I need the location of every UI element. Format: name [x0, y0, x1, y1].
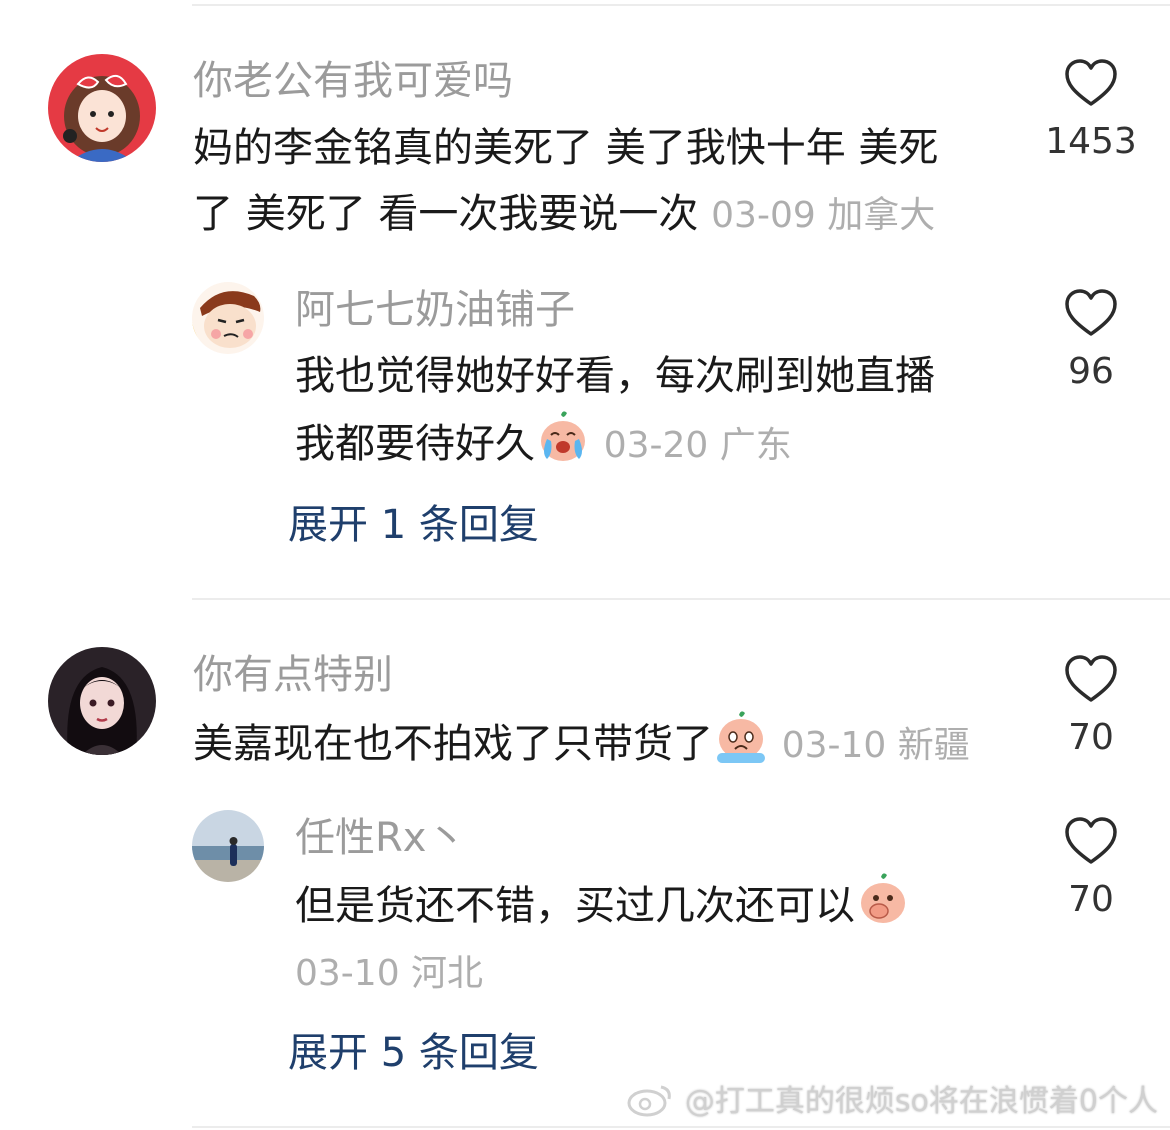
crying-face-emoji-icon	[535, 409, 591, 465]
like-button[interactable]: 96	[1031, 288, 1151, 392]
comment-meta: 03-10 新疆	[781, 725, 970, 766]
like-count: 1453	[1045, 121, 1137, 162]
bottom-divider	[192, 1126, 1170, 1128]
heart-icon	[1065, 655, 1117, 702]
reply-text: 但是货还不错，买过几次还可以 03-10 河北	[295, 871, 995, 1007]
cartoon-face-avatar-icon	[192, 282, 264, 354]
reply-avatar[interactable]	[192, 810, 264, 882]
reply-text-line: 我都要待好久	[295, 421, 535, 467]
heart-icon	[1065, 817, 1117, 864]
reply-username[interactable]: 阿七七奶油铺子	[295, 287, 575, 333]
comment-divider	[192, 598, 1170, 600]
like-button[interactable]: 70	[1031, 654, 1151, 758]
expand-replies-button[interactable]: 展开 1 条回复	[288, 502, 539, 548]
comment-text-line: 美嘉现在也不拍戏了只带货了	[193, 721, 713, 767]
top-divider	[192, 4, 1170, 6]
comment-avatar[interactable]	[48, 54, 156, 162]
reply-username[interactable]: 任性Rx丶	[295, 815, 466, 861]
reply-text-line: 但是货还不错，买过几次还可以	[295, 883, 855, 929]
like-count: 96	[1068, 351, 1114, 392]
heart-icon	[1065, 289, 1117, 336]
comment-avatar[interactable]	[48, 647, 156, 755]
watermark-text: @打工真的很烦so将在浪惯着0个人	[684, 1084, 1158, 1119]
reply-avatar[interactable]	[192, 282, 264, 354]
reply-meta: 03-20 广东	[603, 425, 792, 466]
comment-text: 妈的李金铭真的美死了 美了我快十年 美死 了 美死了 看一次我要说一次 03-0…	[193, 115, 1013, 249]
watermark: @打工真的很烦so将在浪惯着0个人	[625, 1081, 1158, 1122]
weibo-logo-icon	[627, 1085, 672, 1117]
cartoon-girl-avatar-icon	[48, 54, 156, 162]
beach-photo-avatar-icon	[192, 810, 264, 882]
reply-meta: 03-10 河北	[295, 953, 484, 994]
reply-text-line: 我也觉得她好好看，每次刷到她直播	[295, 353, 935, 399]
like-button[interactable]: 1453	[1031, 58, 1151, 162]
comment-text: 美嘉现在也不拍戏了只带货了 03-10 新疆	[193, 709, 1023, 779]
like-count: 70	[1068, 717, 1114, 758]
like-button[interactable]: 70	[1031, 816, 1151, 920]
dark-haired-girl-avatar-icon	[48, 647, 156, 755]
expand-replies-button[interactable]: 展开 5 条回复	[288, 1030, 539, 1076]
like-count: 70	[1068, 879, 1114, 920]
heart-icon	[1065, 59, 1117, 106]
comment-username[interactable]: 你老公有我可爱吗	[193, 58, 513, 104]
tearful-face-emoji-icon	[713, 709, 769, 765]
comment-meta: 03-09 加拿大	[711, 195, 936, 236]
comment-list: 你老公有我可爱吗 妈的李金铭真的美死了 美了我快十年 美死 了 美死了 看一次我…	[0, 0, 1170, 1130]
comment-text-line: 了 美死了 看一次我要说一次	[193, 191, 699, 237]
comment-text-line: 妈的李金铭真的美死了 美了我快十年 美死	[193, 125, 939, 171]
hand-over-mouth-emoji-icon	[855, 871, 911, 927]
reply-text: 我也觉得她好好看，每次刷到她直播 我都要待好久 03-20 广东	[295, 343, 1015, 479]
comment-username[interactable]: 你有点特别	[193, 652, 393, 698]
